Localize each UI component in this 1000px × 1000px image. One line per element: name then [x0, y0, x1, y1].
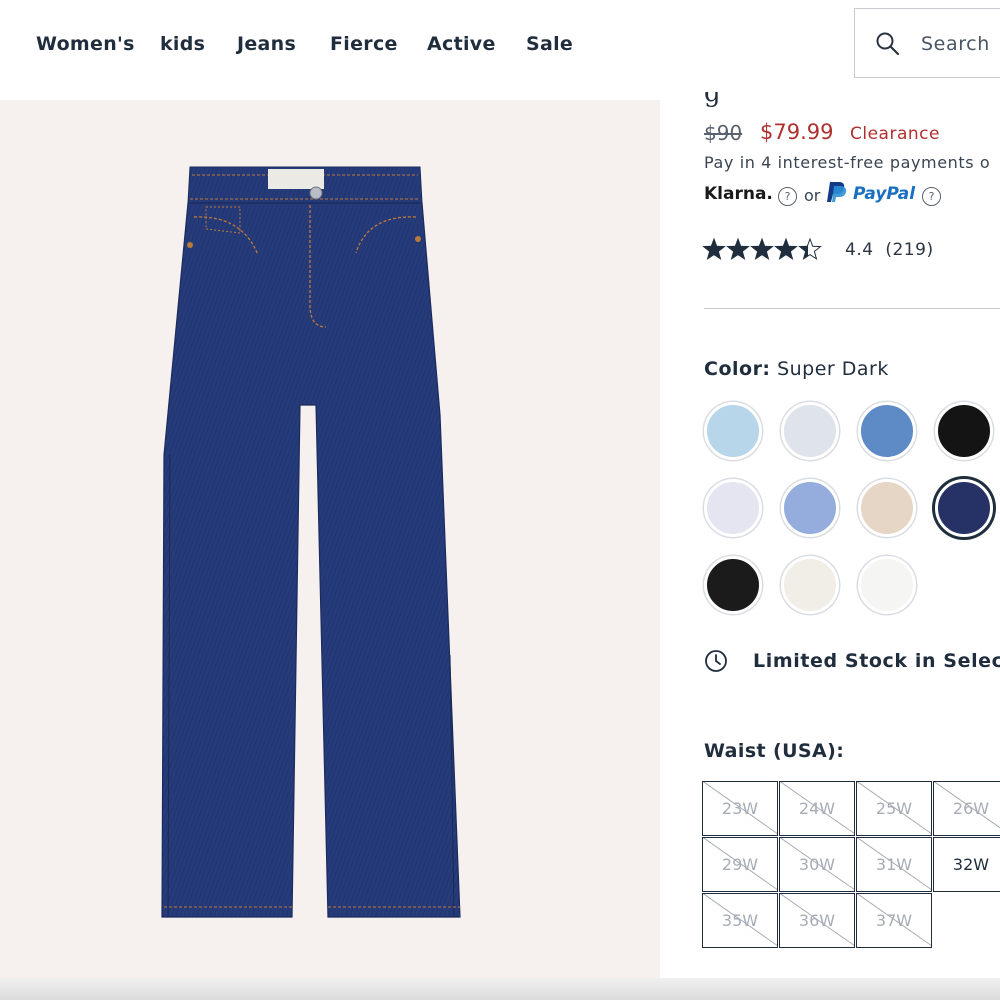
divider	[704, 308, 1000, 309]
product-image-jeans	[161, 166, 461, 918]
star-icon	[750, 237, 774, 261]
color-swatch-light-wash-blue[interactable]	[781, 479, 839, 537]
klarna-logo: Klarna.	[704, 184, 773, 204]
rating-value: 4.4	[845, 240, 874, 260]
star-icon	[774, 237, 798, 261]
color-swatch-light-blue[interactable]	[704, 402, 762, 460]
star-icon	[702, 237, 726, 261]
color-swatch-medium-blue[interactable]	[858, 402, 916, 460]
size-option-31w[interactable]: 31W	[856, 837, 932, 892]
paypal-logo: PayPal	[853, 184, 916, 204]
rating-stars[interactable]	[702, 237, 832, 263]
nav-item-fierce[interactable]: Fierce	[330, 33, 398, 55]
color-swatch-beige[interactable]	[858, 479, 916, 537]
size-option-35w[interactable]: 35W	[702, 893, 778, 948]
nav-item-sale[interactable]: Sale	[526, 33, 573, 55]
klarna-help-icon[interactable]: ?	[778, 187, 797, 206]
size-option-29w[interactable]: 29W	[702, 837, 778, 892]
selected-color-name: Super Dark	[777, 358, 889, 380]
waist-size-label: Waist (USA):	[704, 740, 845, 762]
nav-item-jeans[interactable]: Jeans	[237, 33, 296, 55]
color-swatch-pale-gray-blue[interactable]	[781, 402, 839, 460]
color-swatch-lavender-white[interactable]	[704, 479, 762, 537]
star-icon	[726, 237, 750, 261]
size-option-30w[interactable]: 30W	[779, 837, 855, 892]
color-swatch-ecru[interactable]	[781, 556, 839, 614]
product-title: g	[704, 92, 721, 108]
size-option-23w[interactable]: 23W	[702, 781, 778, 836]
original-price: $90	[704, 121, 743, 145]
color-swatch-white[interactable]	[858, 556, 916, 614]
color-label: Color: Super Dark	[704, 358, 889, 380]
search-icon	[876, 32, 900, 56]
nav-item-active[interactable]: Active	[427, 33, 496, 55]
top-navigation: Women's kids Jeans Fierce Active Sale Se…	[0, 0, 1000, 92]
product-info-panel: g $90 $79.99 Clearance Pay in 4 interest…	[660, 92, 1000, 982]
search-input[interactable]: Search	[854, 8, 1000, 78]
nav-item-kids[interactable]: kids	[160, 33, 205, 55]
or-text: or	[804, 186, 821, 205]
product-image-panel[interactable]	[0, 100, 660, 980]
color-swatch-black[interactable]	[935, 402, 993, 460]
search-placeholder: Search	[921, 33, 990, 55]
rating-summary[interactable]: 4.4 (219)	[845, 240, 934, 260]
color-swatch-washed-black[interactable]	[704, 556, 762, 614]
clearance-tag: Clearance	[850, 124, 940, 144]
rating-count: (219)	[885, 240, 934, 260]
size-option-25w[interactable]: 25W	[856, 781, 932, 836]
star-icon	[798, 237, 822, 261]
size-option-24w[interactable]: 24W	[779, 781, 855, 836]
size-option-26w[interactable]: 26W	[933, 781, 1000, 836]
payment-info-text: Pay in 4 interest-free payments o	[704, 153, 991, 172]
size-option-37w[interactable]: 37W	[856, 893, 932, 948]
size-option-36w[interactable]: 36W	[779, 893, 855, 948]
nav-item-womens[interactable]: Women's	[36, 33, 135, 55]
limited-stock-text: Limited Stock in Select	[753, 650, 1000, 672]
sale-price: $79.99	[760, 120, 834, 144]
color-label-prefix: Color:	[704, 358, 771, 380]
size-option-32w[interactable]: 32W	[933, 837, 1000, 892]
bottom-bar	[0, 978, 1000, 1000]
clock-icon	[705, 650, 727, 672]
paypal-help-icon[interactable]: ?	[922, 187, 941, 206]
color-swatch-super-dark[interactable]	[935, 479, 993, 537]
paypal-icon	[827, 182, 847, 202]
